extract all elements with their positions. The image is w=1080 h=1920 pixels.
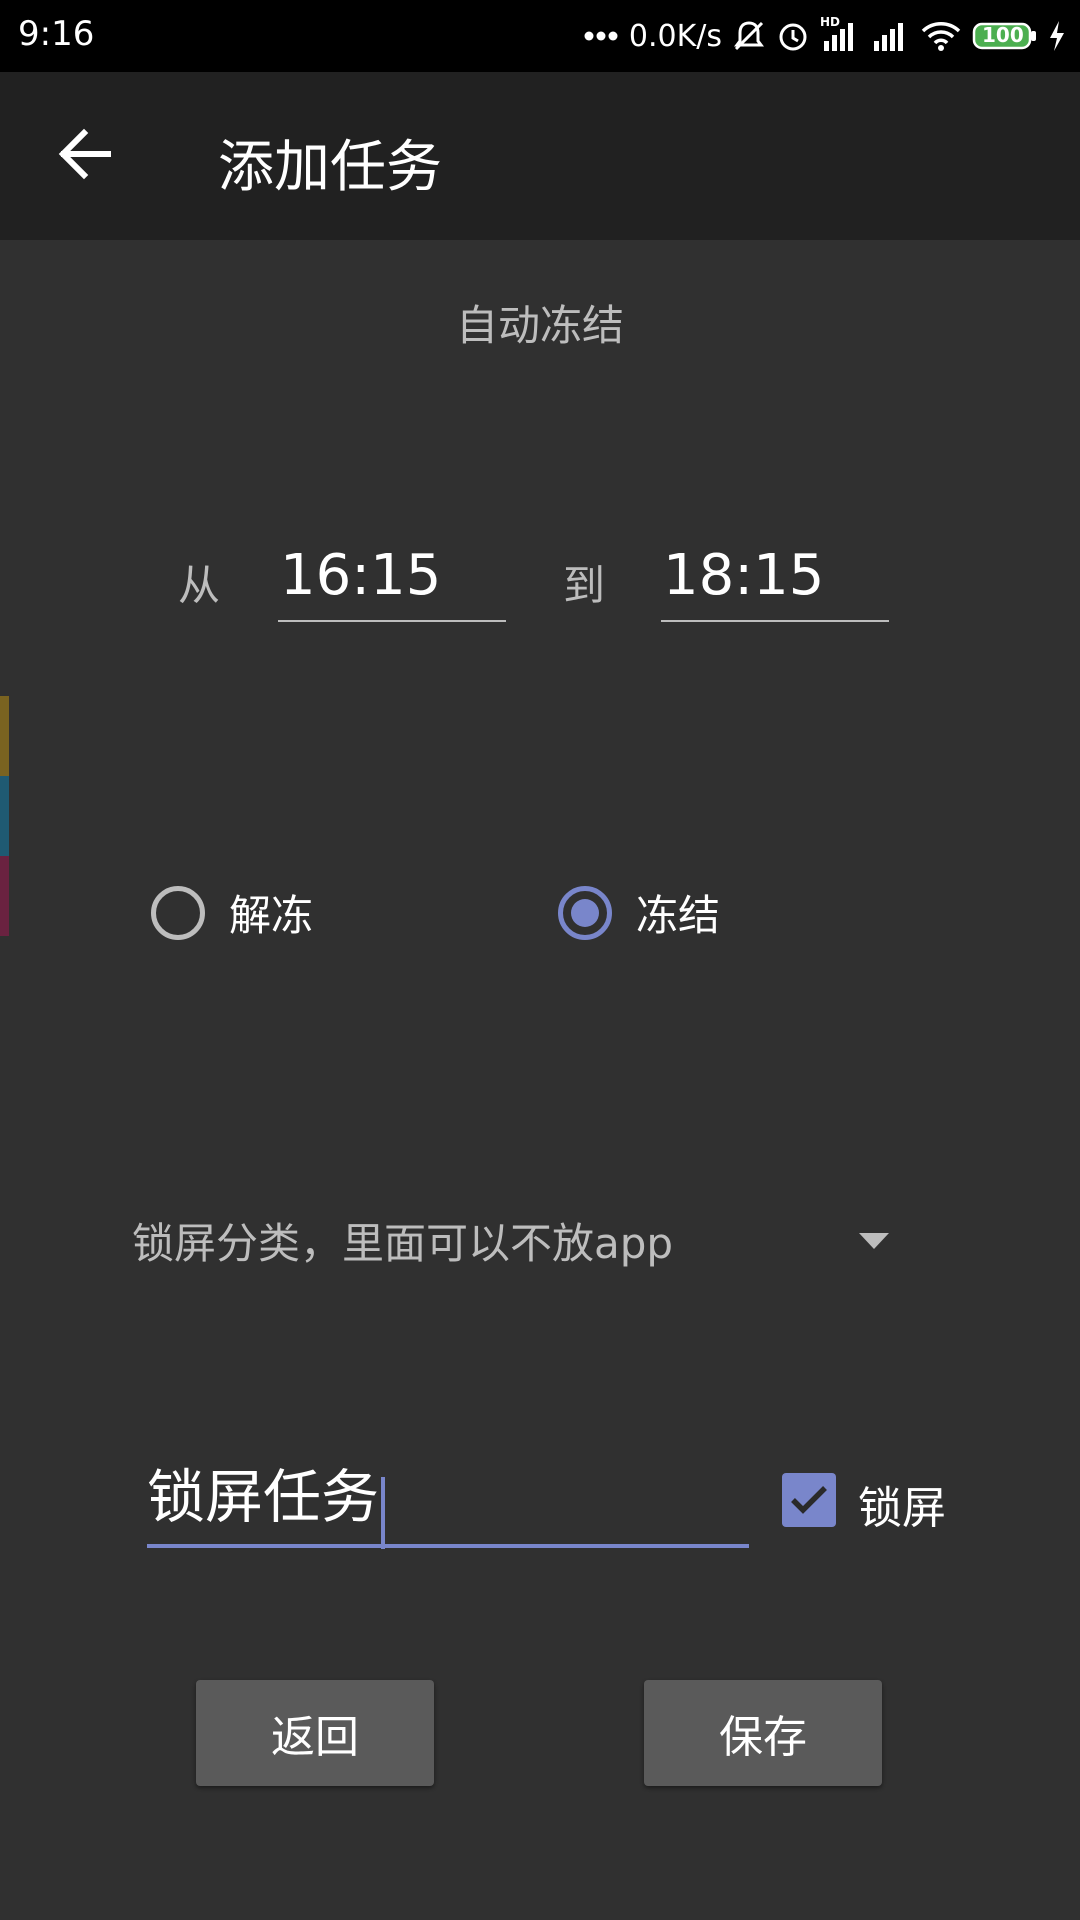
radio-unfreeze[interactable]: 解冻 — [151, 882, 313, 943]
from-time-field[interactable]: 16:15 — [278, 546, 506, 622]
radio-checked-icon — [558, 885, 612, 940]
lock-screen-checkbox[interactable] — [782, 1473, 836, 1527]
radio-freeze[interactable]: 冻结 — [558, 882, 720, 943]
task-name-input[interactable]: 锁屏任务 — [147, 1462, 749, 1549]
side-strip-segment — [0, 696, 9, 776]
task-name-value: 锁屏任务 — [147, 1463, 380, 1531]
status-icons: 0.0K/s HD 100 — [583, 12, 1066, 60]
lock-screen-label: 锁屏 — [858, 1483, 946, 1534]
radio-unchecked-icon — [151, 885, 205, 940]
to-label: 到 — [563, 561, 606, 610]
wifi-icon — [920, 19, 962, 53]
battery-icon: 100 — [972, 21, 1038, 51]
page-title: 添加任务 — [218, 135, 442, 200]
signal-icon — [870, 19, 910, 53]
arrow-left-icon — [56, 128, 112, 180]
back-action-button[interactable]: 返回 — [196, 1680, 434, 1786]
to-time-field[interactable]: 18:15 — [661, 546, 889, 622]
charging-icon — [1048, 19, 1066, 53]
network-speed: 0.0K/s — [628, 18, 722, 54]
battery-level: 100 — [982, 23, 1024, 47]
network-type: HD — [820, 15, 841, 29]
radio-label: 冻结 — [636, 891, 721, 940]
alarm-icon — [776, 19, 810, 53]
category-dropdown[interactable]: 锁屏分类，里面可以不放app — [132, 1210, 902, 1272]
dropdown-arrow-icon — [858, 1232, 890, 1254]
checkmark-icon — [789, 1484, 829, 1516]
text-caret — [381, 1476, 386, 1549]
side-strip-segment — [0, 776, 9, 856]
more-dots-icon — [583, 30, 619, 42]
app-bar — [0, 72, 1080, 240]
status-time: 9:16 — [18, 14, 95, 54]
signal-hd-icon: HD — [820, 15, 860, 53]
side-strip-segment — [0, 856, 9, 936]
dropdown-selected-value: 锁屏分类，里面可以不放app — [132, 1219, 674, 1268]
mute-icon — [732, 19, 766, 53]
radio-label: 解冻 — [229, 891, 314, 940]
from-label: 从 — [178, 561, 221, 610]
back-button[interactable] — [40, 110, 128, 198]
form-subtitle: 自动冻结 — [455, 301, 624, 350]
save-button[interactable]: 保存 — [644, 1680, 882, 1786]
